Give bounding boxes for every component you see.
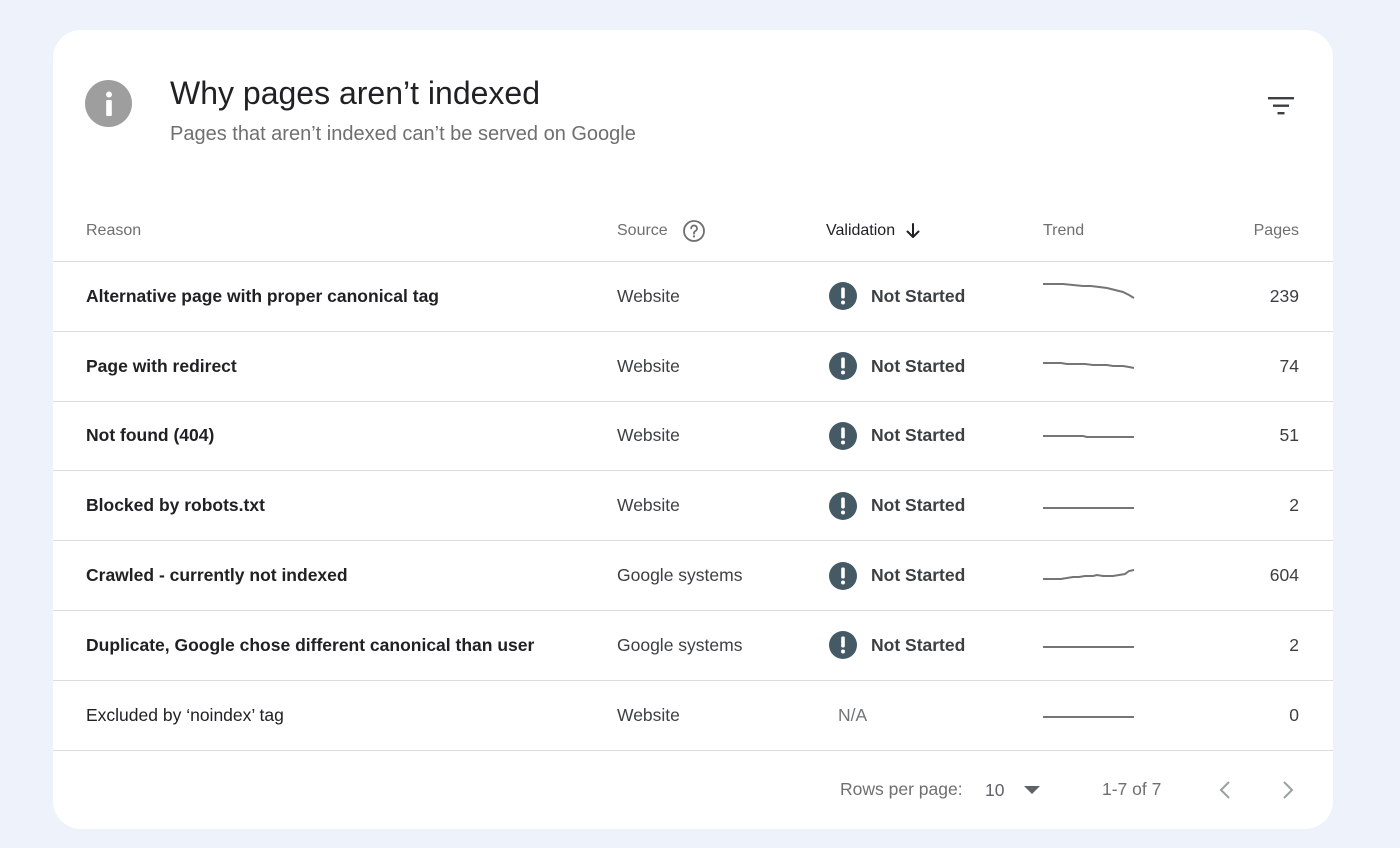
status-badge: Not Started bbox=[829, 471, 965, 540]
trend-sparkline bbox=[1043, 541, 1135, 610]
rows-per-page-select[interactable]: 10 bbox=[985, 770, 1055, 810]
status-label: Not Started bbox=[871, 355, 966, 376]
table-row[interactable]: Blocked by robots.txt Website Not Starte… bbox=[53, 471, 1333, 542]
status-label: Not Started bbox=[871, 634, 966, 655]
column-header-validation[interactable]: Validation bbox=[826, 200, 923, 262]
cell-source: Website bbox=[617, 355, 680, 376]
table-row[interactable]: Page with redirect Website Not Started 7… bbox=[53, 332, 1333, 402]
exclamation-icon bbox=[829, 631, 857, 660]
cell-reason: Blocked by robots.txt bbox=[86, 495, 265, 516]
rows-per-page-value: 10 bbox=[985, 779, 1005, 800]
column-header-pages: Pages bbox=[1253, 222, 1299, 239]
pagination-range: 1-7 of 7 bbox=[1102, 779, 1162, 799]
table-row[interactable]: Excluded by ‘noindex’ tag Website N/A 0 bbox=[53, 681, 1333, 751]
table-body: Alternative page with proper canonical t… bbox=[53, 262, 1333, 751]
table-header: Reason Source Validation Trend Pages bbox=[53, 200, 1333, 262]
cell-reason: Excluded by ‘noindex’ tag bbox=[86, 704, 284, 725]
column-header-source: Source bbox=[617, 200, 706, 262]
exclamation-icon bbox=[829, 352, 857, 381]
trend-sparkline bbox=[1043, 681, 1135, 750]
table-row[interactable]: Duplicate, Google chose different canoni… bbox=[53, 611, 1333, 681]
cell-pages: 51 bbox=[1279, 425, 1299, 446]
report-card: Why pages aren’t indexed Pages that aren… bbox=[53, 30, 1333, 829]
cell-reason: Page with redirect bbox=[86, 355, 237, 376]
status-badge: Not Started bbox=[829, 402, 965, 471]
cell-reason: Crawled - currently not indexed bbox=[86, 565, 348, 586]
filter-icon bbox=[1268, 97, 1294, 115]
next-page-button[interactable] bbox=[1270, 772, 1306, 808]
cell-pages: 0 bbox=[1289, 704, 1299, 725]
exclamation-icon bbox=[829, 282, 857, 311]
status-badge: Not Started bbox=[829, 611, 965, 680]
info-icon bbox=[85, 80, 132, 127]
cell-source: Website bbox=[617, 285, 680, 306]
trend-sparkline bbox=[1043, 262, 1135, 331]
cell-source: Website bbox=[617, 495, 680, 516]
cell-source: Google systems bbox=[617, 565, 743, 586]
status-label: N/A bbox=[838, 704, 868, 725]
cell-pages: 604 bbox=[1269, 565, 1299, 586]
card-header: Why pages aren’t indexed Pages that aren… bbox=[53, 30, 1333, 210]
exclamation-icon bbox=[829, 421, 857, 450]
page-subtitle: Pages that aren’t indexed can’t be serve… bbox=[170, 123, 636, 145]
trend-sparkline bbox=[1043, 402, 1135, 471]
column-header-source-label: Source bbox=[617, 222, 668, 239]
cell-pages: 74 bbox=[1279, 355, 1299, 376]
cell-source: Website bbox=[617, 425, 680, 446]
rows-per-page-label: Rows per page: bbox=[840, 779, 963, 799]
trend-sparkline bbox=[1043, 332, 1135, 401]
filter-button[interactable] bbox=[1263, 88, 1299, 124]
status-label: Not Started bbox=[871, 495, 966, 516]
caret-down-icon bbox=[1022, 784, 1042, 796]
cell-pages: 2 bbox=[1289, 634, 1299, 655]
status-label: Not Started bbox=[871, 565, 966, 586]
cell-reason: Not found (404) bbox=[86, 425, 215, 446]
table-row[interactable]: Crawled - currently not indexed Google s… bbox=[53, 541, 1333, 611]
table-row[interactable]: Alternative page with proper canonical t… bbox=[53, 262, 1333, 332]
cell-reason: Duplicate, Google chose different canoni… bbox=[86, 634, 535, 655]
cell-pages: 2 bbox=[1289, 495, 1299, 516]
column-header-validation-label: Validation bbox=[826, 222, 896, 239]
chevron-right-icon bbox=[1283, 781, 1294, 799]
trend-sparkline bbox=[1043, 611, 1135, 680]
cell-source: Google systems bbox=[617, 634, 743, 655]
table-row[interactable]: Not found (404) Website Not Started 51 bbox=[53, 402, 1333, 472]
table-pagination: Rows per page: 10 1-7 of 7 bbox=[53, 750, 1333, 829]
column-header-trend: Trend bbox=[1043, 222, 1085, 239]
arrow-down-icon bbox=[903, 221, 923, 241]
column-header-reason: Reason bbox=[86, 222, 142, 239]
help-circle-icon[interactable] bbox=[682, 219, 706, 243]
trend-sparkline bbox=[1043, 471, 1135, 540]
status-badge: Not Started bbox=[829, 262, 965, 331]
status-label: Not Started bbox=[871, 425, 966, 446]
chevron-left-icon bbox=[1219, 781, 1230, 799]
cell-pages: 239 bbox=[1269, 285, 1299, 306]
page-title: Why pages aren’t indexed bbox=[170, 75, 540, 111]
cell-reason: Alternative page with proper canonical t… bbox=[86, 285, 439, 306]
status-label: Not Started bbox=[871, 285, 966, 306]
exclamation-icon bbox=[829, 491, 857, 520]
cell-source: Website bbox=[617, 704, 680, 725]
status-badge: Not Started bbox=[829, 541, 965, 610]
status-badge: Not Started bbox=[829, 332, 965, 401]
previous-page-button[interactable] bbox=[1207, 772, 1243, 808]
exclamation-icon bbox=[829, 561, 857, 590]
